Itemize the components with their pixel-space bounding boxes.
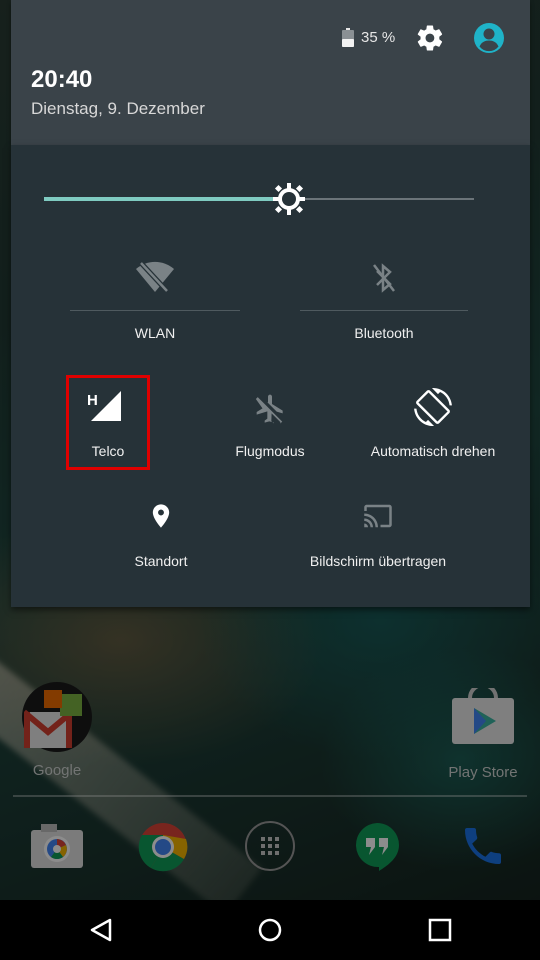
- gear-icon[interactable]: [415, 23, 445, 53]
- brightness-thumb-icon[interactable]: [272, 182, 306, 216]
- bluetooth-divider: [300, 310, 468, 311]
- tile-auto-rotate[interactable]: Automatisch drehen: [360, 380, 506, 465]
- tile-label-cast: Bildschirm übertragen: [309, 553, 447, 569]
- brightness-slider-fill: [44, 197, 290, 201]
- navigation-bar: [0, 900, 540, 960]
- notification-header: 35 % 20:40 Dienstag, 9. Dezember: [11, 0, 530, 145]
- tile-flugmodus[interactable]: Flugmodus: [210, 380, 330, 465]
- bluetooth-off-icon: [373, 263, 395, 293]
- tile-cast[interactable]: Bildschirm übertragen: [298, 495, 458, 575]
- tile-label-standort: Standort: [134, 553, 188, 569]
- tile-standort[interactable]: Standort: [111, 495, 211, 575]
- tile-label-flugmodus: Flugmodus: [235, 443, 305, 459]
- wifi-off-icon: [136, 261, 174, 293]
- cast-icon: [364, 504, 392, 528]
- tile-wlan[interactable]: WLAN: [70, 250, 240, 350]
- back-icon[interactable]: [88, 917, 114, 943]
- tile-label-wlan: WLAN: [134, 325, 176, 341]
- clock: 20:40: [31, 66, 93, 93]
- battery-icon: [342, 28, 354, 47]
- wlan-divider: [70, 310, 240, 311]
- battery-percentage: 35 %: [361, 29, 396, 46]
- date: Dienstag, 9. Dezember: [31, 99, 205, 118]
- recents-icon[interactable]: [428, 918, 452, 942]
- auto-rotate-icon: [414, 388, 452, 426]
- tile-label-bluetooth: Bluetooth: [354, 325, 414, 341]
- location-icon: [152, 504, 170, 528]
- home-icon[interactable]: [257, 917, 283, 943]
- tile-bluetooth[interactable]: Bluetooth: [300, 250, 468, 350]
- account-circle-icon[interactable]: [473, 22, 505, 54]
- highlight-box: [66, 375, 150, 470]
- tile-label-auto-rotate: Automatisch drehen: [370, 443, 496, 459]
- brightness-slider[interactable]: [44, 183, 474, 215]
- airplane-off-icon: [255, 394, 283, 424]
